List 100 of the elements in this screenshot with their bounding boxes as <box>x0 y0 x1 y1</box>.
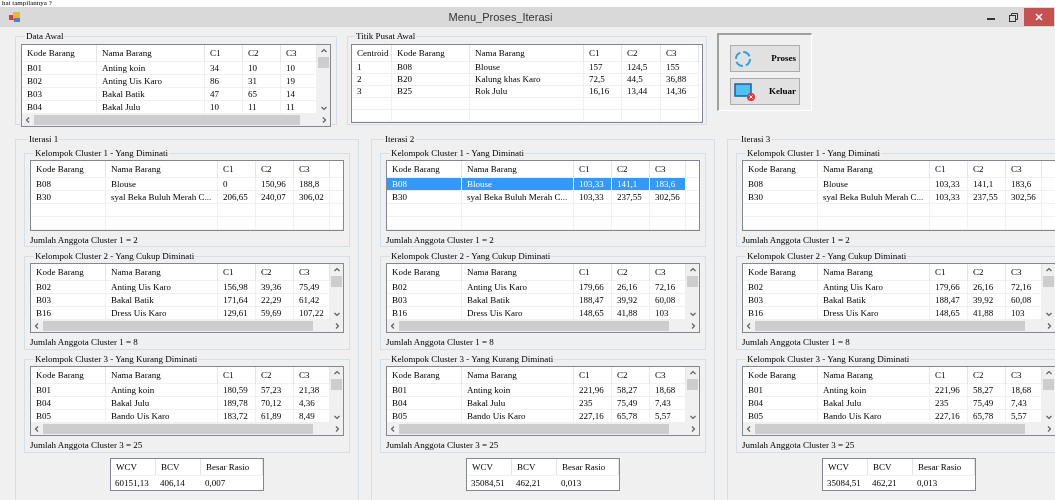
table-cell[interactable]: 235 <box>574 397 612 409</box>
table-cell[interactable]: 36,88 <box>661 73 699 85</box>
horizontal-scrollbar[interactable] <box>31 423 343 435</box>
column-header[interactable]: Kode Barang <box>743 367 818 384</box>
column-header[interactable]: C2 <box>622 44 661 62</box>
vertical-scrollbar[interactable] <box>330 367 343 423</box>
horizontal-scrollbar[interactable] <box>387 320 699 332</box>
column-header[interactable]: C3 <box>1006 161 1042 178</box>
table-cell[interactable]: B20 <box>392 73 470 85</box>
table-cell[interactable]: 60151,13 <box>111 475 156 490</box>
table-cell[interactable]: 11 <box>243 100 281 113</box>
table-cell[interactable]: B16 <box>31 307 106 319</box>
table-cell[interactable]: B01 <box>31 384 106 396</box>
table-cell[interactable]: B04 <box>387 397 462 409</box>
table-cell[interactable]: 39,36 <box>256 281 294 293</box>
vertical-scrollbar[interactable] <box>1042 264 1055 320</box>
column-header[interactable]: Kode Barang <box>31 161 106 178</box>
column-header[interactable]: Kode Barang <box>743 264 818 281</box>
table-cell[interactable]: 406,14 <box>156 475 201 490</box>
column-header[interactable]: Besar Rasio <box>557 458 619 475</box>
table-cell[interactable]: Anting koin <box>106 384 218 396</box>
column-header[interactable]: Kode Barang <box>387 264 462 281</box>
scroll-thumb[interactable] <box>1043 276 1054 287</box>
table-cell[interactable]: 35084,51 <box>823 475 868 490</box>
table-cell[interactable]: Bakal Julu <box>97 100 205 113</box>
vertical-scrollbar[interactable] <box>1042 367 1055 423</box>
horizontal-scrollbar[interactable] <box>743 423 1055 435</box>
table-cell[interactable]: Bakal Batik <box>106 294 218 306</box>
vertical-scrollbar[interactable] <box>686 367 699 423</box>
column-header[interactable]: Besar Rasio <box>201 458 263 475</box>
table-cell[interactable]: 47 <box>205 87 243 100</box>
table-cell[interactable]: 70,12 <box>256 397 294 409</box>
column-header[interactable]: Nama Barang <box>818 264 930 281</box>
table-cell[interactable]: 0,007 <box>201 475 263 490</box>
table-cell[interactable]: B05 <box>387 410 462 422</box>
table-cell[interactable]: 0 <box>218 178 256 190</box>
scroll-thumb[interactable] <box>318 56 329 68</box>
table-cell[interactable]: 179,66 <box>930 281 968 293</box>
table-cell[interactable]: B02 <box>743 281 818 293</box>
table-cell[interactable]: 86 <box>205 74 243 87</box>
table-cell[interactable]: B05 <box>31 410 106 422</box>
table-cell[interactable]: B01 <box>22 61 97 74</box>
table-cell[interactable]: Bakal Julu <box>818 397 930 409</box>
table-cell[interactable]: 39,92 <box>612 294 650 306</box>
table-cell[interactable]: B03 <box>31 294 106 306</box>
table-cell[interactable]: 180,59 <box>218 384 256 396</box>
table-cell[interactable]: Anting Uis Karo <box>106 281 218 293</box>
action-button[interactable]: Proses <box>730 45 800 72</box>
scroll-thumb[interactable] <box>331 276 342 287</box>
column-header[interactable]: C2 <box>243 44 281 62</box>
column-header[interactable]: C1 <box>218 161 256 178</box>
scroll-thumb[interactable] <box>399 424 669 434</box>
table-cell[interactable]: B02 <box>31 281 106 293</box>
column-header[interactable]: WCV <box>823 458 868 475</box>
table-cell[interactable]: syal Beka Buluh Merah C... <box>818 191 930 203</box>
table-cell[interactable]: Bando Uis Karo <box>818 410 930 422</box>
table-cell[interactable]: 188,8 <box>294 178 330 190</box>
table-cell[interactable]: 65,78 <box>612 410 650 422</box>
table-cell[interactable]: 129,61 <box>218 307 256 319</box>
scroll-thumb[interactable] <box>755 321 1025 331</box>
column-header[interactable]: Centroid <box>352 44 392 62</box>
column-header[interactable]: Besar Rasio <box>913 458 975 475</box>
table-cell[interactable]: Blouse <box>106 178 218 190</box>
column-header[interactable]: Nama Barang <box>818 367 930 384</box>
table-cell[interactable]: Bakal Batik <box>818 294 930 306</box>
table-cell[interactable]: 41,88 <box>612 307 650 319</box>
table-cell[interactable]: 41,88 <box>968 307 1006 319</box>
column-header[interactable]: C2 <box>256 161 294 178</box>
table-cell[interactable]: 65 <box>243 87 281 100</box>
table-cell[interactable]: 462,21 <box>868 475 913 490</box>
table-cell[interactable]: Anting koin <box>462 384 574 396</box>
table-cell[interactable]: 34 <box>205 61 243 74</box>
table-cell[interactable]: Bando Uis Karo <box>462 410 574 422</box>
table-cell[interactable]: 183,6 <box>1006 178 1042 190</box>
table-cell[interactable]: 150,96 <box>256 178 294 190</box>
table-cell[interactable]: 189,78 <box>218 397 256 409</box>
scroll-thumb[interactable] <box>687 276 698 287</box>
column-header[interactable]: BCV <box>512 458 557 475</box>
column-header[interactable]: C1 <box>218 264 256 281</box>
column-header[interactable]: C3 <box>661 44 699 62</box>
table-cell[interactable]: 306,02 <box>294 191 330 203</box>
table-cell[interactable]: Bakal Julu <box>462 397 574 409</box>
column-header[interactable]: Kode Barang <box>743 161 818 178</box>
table-cell[interactable]: 3 <box>352 85 392 97</box>
column-header[interactable]: C2 <box>612 264 650 281</box>
column-header[interactable]: C2 <box>968 264 1006 281</box>
table-cell[interactable]: 0,013 <box>913 475 975 490</box>
column-header[interactable]: Kode Barang <box>22 44 97 62</box>
close-button[interactable] <box>1024 8 1054 26</box>
table-cell[interactable]: Anting koin <box>818 384 930 396</box>
vertical-scrollbar[interactable] <box>686 264 699 320</box>
table-cell[interactable]: 10 <box>243 61 281 74</box>
column-header[interactable]: Nama Barang <box>97 44 205 62</box>
column-header[interactable]: WCV <box>467 458 512 475</box>
table-cell[interactable]: Dress Uis Karo <box>462 307 574 319</box>
scroll-thumb[interactable] <box>687 379 698 390</box>
table-cell[interactable]: 148,65 <box>930 307 968 319</box>
column-header[interactable]: Nama Barang <box>818 161 930 178</box>
horizontal-scrollbar[interactable] <box>31 320 343 332</box>
column-header[interactable]: Nama Barang <box>462 264 574 281</box>
